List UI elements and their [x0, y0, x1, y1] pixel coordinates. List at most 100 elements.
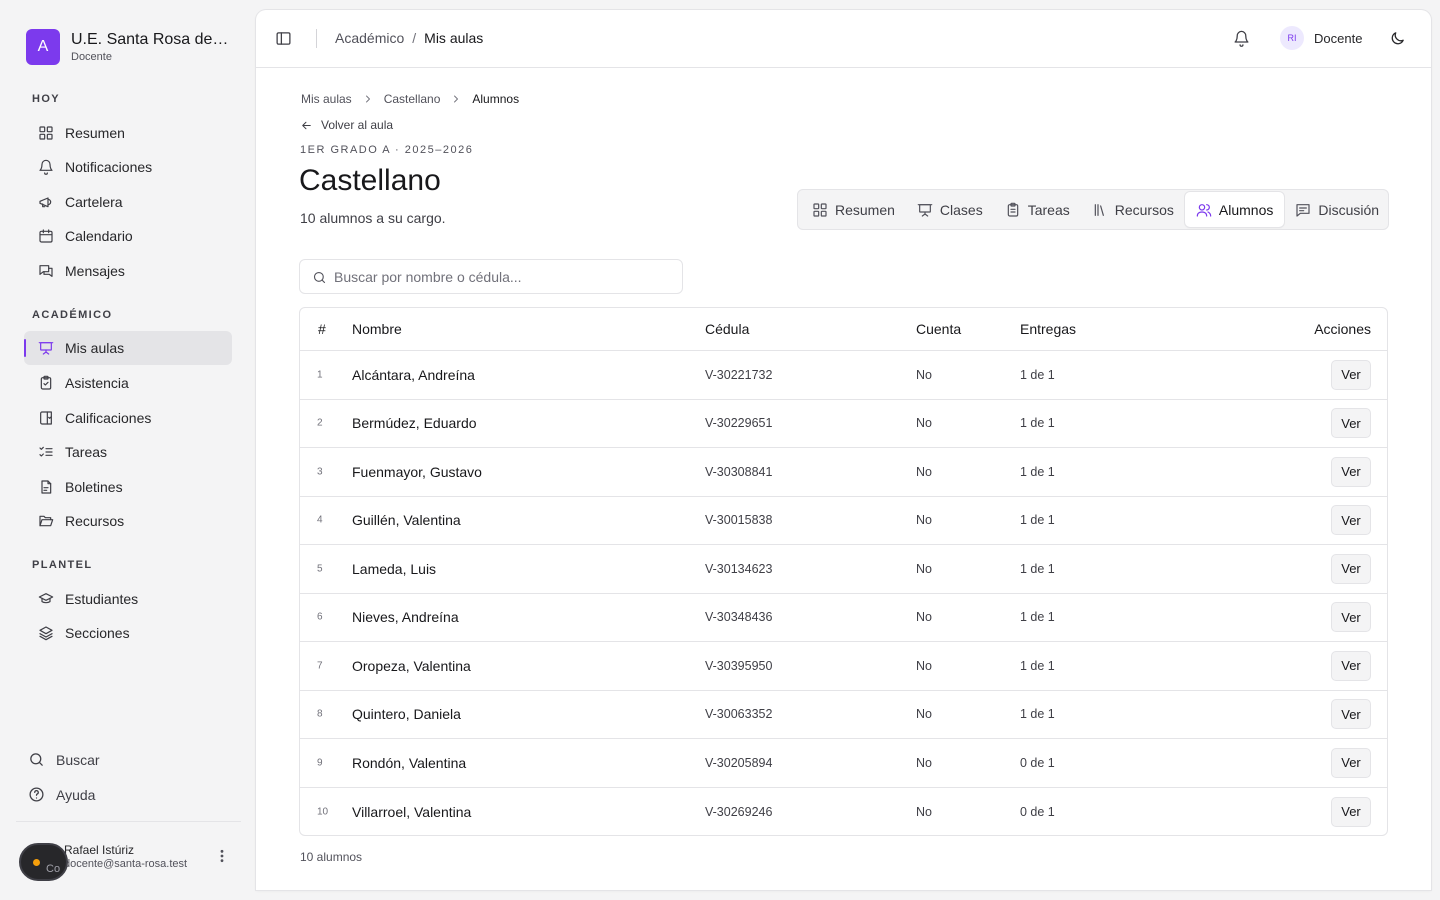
user-email: docente@santa-rosa.test [64, 858, 188, 870]
dashboard-icon [38, 125, 54, 141]
tab-discusion[interactable]: Discusión [1284, 192, 1390, 227]
view-student-button[interactable]: Ver [1331, 408, 1371, 439]
sidebar-item-estudiantes[interactable]: Estudiantes [24, 582, 232, 616]
sidebar-item-secciones[interactable]: Secciones [24, 616, 232, 650]
table-row: 8 Quintero, Daniela V-30063352 No 1 de 1 Ver [300, 691, 1387, 739]
sidebar-item-label: Cartelera [65, 194, 123, 210]
student-cedula: V-30348436 [705, 610, 773, 625]
sidebar-item-boletines[interactable]: Boletines [24, 470, 232, 504]
sidebar-item-mensajes[interactable]: Mensajes [24, 254, 232, 288]
sidebar-item-label: Boletines [65, 479, 123, 495]
view-student-button[interactable]: Ver [1331, 747, 1371, 778]
student-account: No [916, 561, 932, 576]
student-deliveries: 1 de 1 [1020, 707, 1055, 722]
search-icon [28, 751, 45, 768]
topbar-separator [316, 29, 317, 48]
table-row: 7 Oropeza, Valentina V-30395950 No 1 de 1 Ver [300, 642, 1387, 691]
table-row: 1 Alcántara, Andreína V-30221732 No 1 de 1 Ve… [300, 351, 1387, 400]
more-vertical-icon[interactable] [214, 848, 232, 866]
sidebar-item-cartelera[interactable]: Cartelera [24, 185, 232, 219]
moon-icon[interactable] [1389, 30, 1406, 47]
student-account: No [916, 367, 932, 382]
floating-status-badge[interactable]: Co [19, 843, 68, 881]
student-name: Fuenmayor, Gustavo [352, 463, 482, 480]
sidebar-help-button[interactable]: Ayuda [28, 786, 95, 803]
sidebar-help-label: Ayuda [56, 786, 96, 803]
crumb-castellano[interactable]: Castellano [384, 92, 441, 106]
sidebar-item-resumen[interactable]: Resumen [24, 116, 232, 150]
library-icon [1092, 202, 1108, 218]
student-account: No [916, 513, 932, 528]
sidebar-item-label: Tareas [65, 444, 108, 460]
sidebar-item-mis-aulas[interactable]: Mis aulas [24, 331, 232, 365]
row-number: 3 [317, 466, 323, 478]
tab-resumen[interactable]: Resumen [801, 192, 906, 227]
student-deliveries: 0 de 1 [1020, 804, 1055, 819]
tab-clases[interactable]: Clases [906, 192, 994, 227]
sidebar-item-notificaciones[interactable]: Notificaciones [24, 150, 232, 184]
column-header-num: # [318, 321, 326, 337]
table-row: 4 Guillén, Valentina V-30015838 No 1 de 1 Ver [300, 497, 1387, 545]
topbar: Académico / Mis aulas RI Docente [256, 10, 1431, 68]
sidebar-item-recursos[interactable]: Recursos [24, 504, 232, 538]
users-icon [1196, 202, 1212, 218]
view-student-button[interactable]: Ver [1331, 359, 1371, 390]
group-label-academico: ACADÉMICO [32, 309, 113, 321]
student-cedula: V-30205894 [705, 755, 773, 770]
student-deliveries: 1 de 1 [1020, 464, 1055, 479]
sidebar-item-calendario[interactable]: Calendario [24, 219, 232, 253]
tab-tareas[interactable]: Tareas [994, 192, 1081, 227]
tab-alumnos[interactable]: Alumnos [1184, 192, 1285, 227]
view-student-button[interactable]: Ver [1331, 796, 1371, 827]
tab-recursos[interactable]: Recursos [1081, 192, 1185, 227]
student-account: No [916, 804, 932, 819]
clipboard-icon [1005, 202, 1021, 218]
crumb-mis-aulas[interactable]: Mis aulas [301, 92, 352, 106]
student-account: No [916, 464, 932, 479]
student-search [299, 259, 683, 294]
notifications-bell-icon[interactable] [1233, 30, 1250, 47]
sidebar-item-label: Estudiantes [65, 591, 139, 607]
student-name: Oropeza, Valentina [352, 657, 471, 674]
view-student-button[interactable]: Ver [1331, 505, 1371, 536]
table-header: # Nombre Cédula Cuenta Entregas Acciones [300, 308, 1387, 351]
student-cedula: V-30269246 [705, 804, 773, 819]
sidebar-item-label: Calificaciones [65, 410, 152, 426]
sidebar-item-label: Secciones [65, 625, 130, 641]
search-input[interactable] [334, 260, 674, 293]
sidebar-item-tareas[interactable]: Tareas [24, 435, 232, 469]
sidebar-divider [16, 821, 241, 822]
student-deliveries: 1 de 1 [1020, 658, 1055, 673]
breadcrumb: Mis aulas Castellano Alumnos [301, 92, 519, 106]
view-student-button[interactable]: Ver [1331, 553, 1371, 584]
sidebar-item-label: Asistencia [65, 375, 129, 391]
sidebar-item-asistencia[interactable]: Asistencia [24, 366, 232, 400]
back-link[interactable]: Volver al aula [300, 118, 393, 132]
topbar-user-role[interactable]: Docente [1314, 31, 1362, 46]
sidebar-item-calificaciones[interactable]: Calificaciones [24, 401, 232, 435]
main-panel: Académico / Mis aulas RI Docente Mis aul… [256, 10, 1431, 890]
tab-label: Tareas [1027, 201, 1070, 218]
row-number: 9 [317, 757, 323, 769]
row-number: 7 [317, 660, 323, 672]
brand-role: Docente [71, 51, 112, 63]
view-student-button[interactable]: Ver [1331, 456, 1371, 487]
view-student-button[interactable]: Ver [1331, 699, 1371, 730]
sidebar-toggle-icon[interactable] [275, 30, 292, 47]
message-square-icon [1295, 202, 1311, 218]
student-name: Guillén, Valentina [352, 512, 461, 529]
view-student-button[interactable]: Ver [1331, 650, 1371, 681]
folder-open-icon [38, 513, 54, 529]
student-cedula: V-30308841 [705, 464, 773, 479]
avatar[interactable]: RI [1280, 26, 1304, 50]
chevron-right-icon [450, 93, 462, 105]
brand[interactable]: A U.E. Santa Rosa de Lima Docente [26, 29, 231, 65]
row-number: 10 [317, 806, 329, 818]
topbar-crumb-academico[interactable]: Académico [335, 30, 404, 46]
user-profile[interactable]: Rafael Istúriz docente@santa-rosa.test [64, 843, 187, 871]
student-name: Rondón, Valentina [352, 754, 467, 771]
search-icon [312, 270, 327, 285]
row-number: 6 [317, 611, 323, 623]
sidebar-search-button[interactable]: Buscar [28, 751, 100, 768]
view-student-button[interactable]: Ver [1331, 602, 1371, 633]
